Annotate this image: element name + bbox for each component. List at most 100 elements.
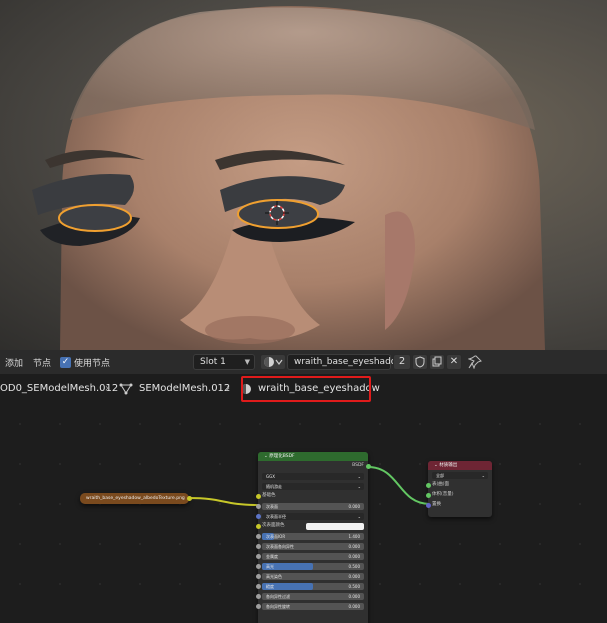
input-field[interactable]: 次表面IOR 1.400 [262,532,364,540]
input-label: 金属度 [266,553,278,559]
color-link [188,497,259,506]
base-color-socket[interactable] [255,493,261,499]
input-socket[interactable] [255,573,261,579]
displacement-socket[interactable] [425,502,431,508]
color-swatch[interactable] [306,522,364,530]
bsdf-input-row: 高光 0.500 [255,561,368,571]
input-value: 0.000 [348,503,360,509]
unlink-material-button[interactable]: ✕ [446,354,462,370]
color-output-socket[interactable] [186,496,192,501]
chevron-right-icon: › [105,383,109,394]
input-field[interactable]: 高光染色 0.000 [262,572,364,580]
distribution-select[interactable]: GGX ⌄ [262,472,364,480]
bsdf-output-label: BSDF [352,463,364,468]
bsdf-output-row: BSDF [258,461,371,471]
bsdf-node-title[interactable]: ⌄ 原理化BSDF [258,452,368,461]
user-count: 2 [398,356,406,367]
input-socket[interactable] [255,583,261,589]
input-value: 1.400 [348,533,360,539]
image-texture-node[interactable]: wraith_base_eyeshadow_albedoTexture.png [80,493,192,504]
highlight-box [241,376,371,402]
input-field[interactable]: 高光 0.500 [262,562,364,570]
chevron-down-icon[interactable]: ⌄ [434,463,438,468]
user-count-button[interactable]: 2 [393,354,411,370]
displacement-row: 置换 [425,500,492,510]
material-name-field[interactable]: wraith_base_eyeshadow [287,354,404,370]
bsdf-input-row: 糙度 0.500 [255,581,368,591]
add-menu[interactable]: 添加 [0,356,28,369]
bsdf-input-row: 各向异性过滤 0.000 [255,591,368,601]
bsdf-input-row: 金属度 0.000 [255,551,368,561]
input-label: 高光染色 [266,573,282,579]
input-value: 0.500 [348,563,360,569]
input-field[interactable]: 各向异性旋转 0.000 [262,602,364,610]
input-field[interactable]: 金属度 0.000 [262,552,364,560]
volume-label: 体积(音量) [432,492,454,497]
bsdf-input-row: 次表面颜色 [255,521,368,531]
subsurface-method-row: 随机游走 ⌄ [258,481,368,491]
input-label: 糙度 [266,583,274,589]
output-target-select[interactable]: 全部 ⌄ [432,471,488,479]
input-select[interactable]: 次表面半径 ⌄ [262,512,364,520]
input-value: 0.000 [348,593,360,599]
output-target-value: 全部 [436,472,444,478]
face-render [32,6,545,350]
distribution-value: GGX [266,473,275,479]
volume-socket[interactable] [425,492,431,498]
surface-row: 表(曲)面 [425,480,492,490]
principled-bsdf-node[interactable]: ⌄ 原理化BSDF BSDF GGX ⌄ 随机游走 ⌄ 基础色 次表面 0.000 次表… [255,452,371,623]
input-field[interactable]: 糙度 0.500 [262,582,364,590]
chevron-down-icon: ⌄ [357,513,361,519]
surface-socket[interactable] [425,482,431,488]
slot-value: Slot 1 [200,357,226,367]
material-output-node[interactable]: ⌄ 材质输出 全部 ⌄ 表(曲)面 体积(音量) 置换 [425,461,492,517]
duplicate-material-button[interactable] [429,354,445,370]
bsdf-inputs: 次表面 0.000 次表面半径 ⌄ 次表面颜色次表面IOR 1.400 次表面各向异性 0.0… [255,501,368,611]
input-socket[interactable] [255,503,261,509]
input-field[interactable]: 各向异性过滤 0.000 [262,592,364,600]
input-socket[interactable] [255,513,261,519]
use-nodes-toggle[interactable]: ✓ 使用节点 [56,356,114,369]
base-color-row: 基础色 [255,491,368,501]
input-value: 0.000 [348,553,360,559]
mesh-icon [119,383,133,398]
3d-viewport[interactable] [0,0,607,350]
fake-user-button[interactable] [412,354,428,370]
input-socket[interactable] [255,563,261,569]
chevron-down-icon: ⌄ [481,472,485,478]
chevron-down-icon: ⌄ [357,473,361,479]
input-label: 次表面颜色 [262,523,285,528]
material-browse-button[interactable] [260,354,286,370]
checkmark-icon[interactable]: ✓ [60,356,72,368]
pin-button[interactable] [467,355,482,370]
distribution-row: GGX ⌄ [258,471,368,481]
input-socket[interactable] [255,523,261,529]
node-editor-canvas[interactable]: wraith_base_eyeshadow_albedoTexture.png … [0,404,607,623]
chevron-down-icon: ▼ [244,358,250,366]
breadcrumb-object: OD0_SEModelMesh.012 [0,383,119,394]
input-socket[interactable] [255,543,261,549]
bsdf-output-socket[interactable] [365,463,371,469]
output-node-title[interactable]: ⌄ 材质输出 [428,461,492,470]
duplicate-icon [432,356,442,367]
input-socket[interactable] [255,553,261,559]
input-field[interactable]: 次表面 0.000 [262,502,364,510]
input-socket[interactable] [255,593,261,599]
input-value: 0.500 [348,583,360,589]
input-label: 次表面半径 [266,513,286,519]
base-color-label: 基础色 [262,493,276,498]
chevron-down-icon[interactable]: ⌄ [264,454,268,459]
input-field[interactable]: 次表面各向异性 0.000 [262,542,364,550]
input-socket[interactable] [255,603,261,609]
subsurface-method-select[interactable]: 随机游走 ⌄ [262,482,364,490]
node-menu[interactable]: 节点 [28,356,56,369]
input-label: 高光 [266,563,274,569]
bsdf-input-row: 高光染色 0.000 [255,571,368,581]
input-socket[interactable] [255,533,261,539]
slot-select[interactable]: Slot 1 ▼ [193,354,255,370]
output-title: 材质输出 [439,463,458,468]
input-value: 0.000 [348,603,360,609]
input-label: 次表面 [266,503,278,509]
breadcrumb-mesh: SEModelMesh.012 [139,383,231,394]
bsdf-link [367,466,431,505]
